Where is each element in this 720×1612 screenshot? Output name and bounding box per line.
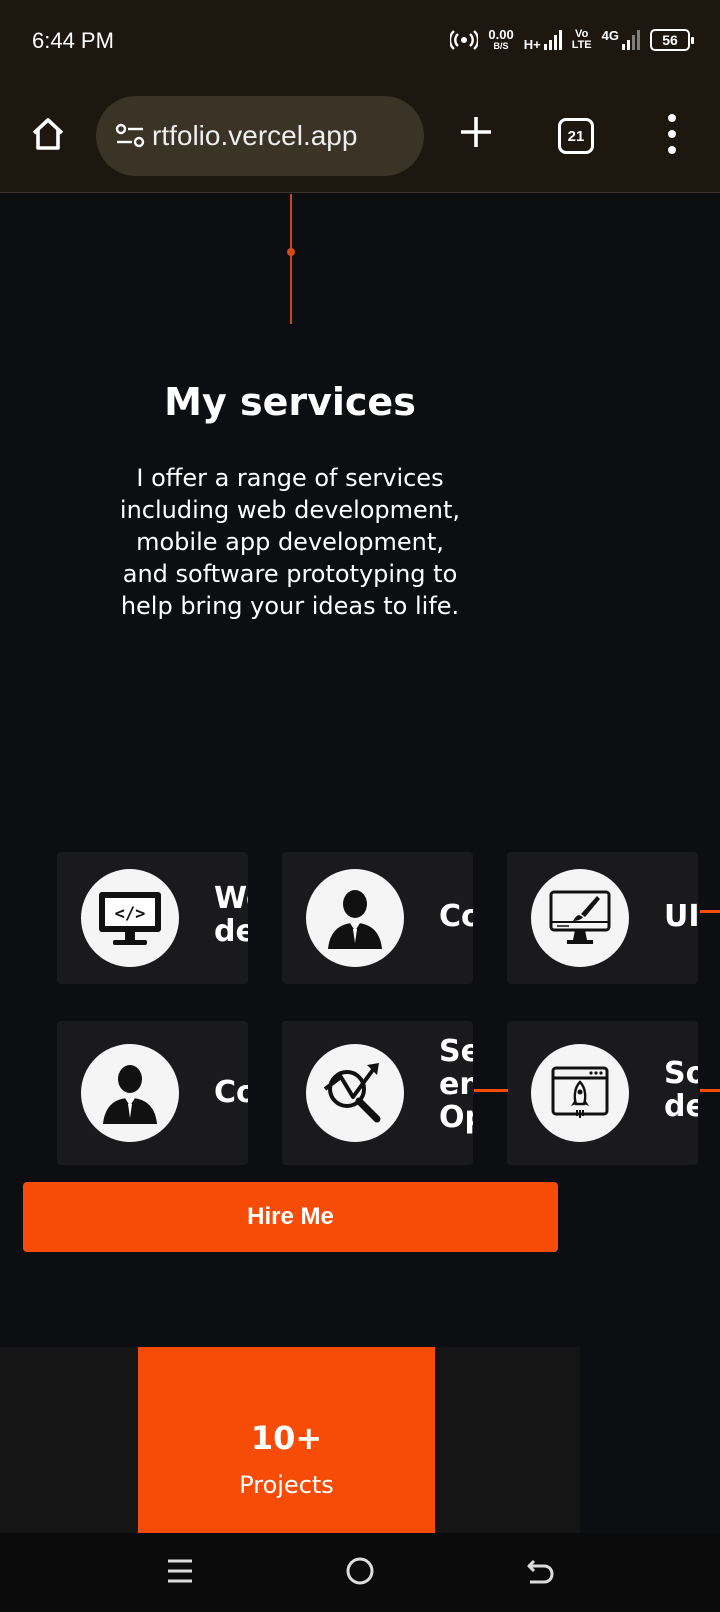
timeline-dot	[287, 248, 295, 256]
web-dev-icon: </>	[81, 869, 179, 967]
ui-design-icon	[531, 869, 629, 967]
service-label: Sear engi Opti	[439, 1034, 473, 1135]
stat-card-projects: 10+ Projects	[138, 1347, 435, 1533]
net-speed: 0.00 B/S	[488, 28, 513, 52]
svg-text:</>: </>	[115, 904, 146, 924]
status-bar: 6:44 PM 0.00 B/S H+ Vo LTE 4G 56	[0, 0, 720, 82]
service-card-seo[interactable]: Sear engi Opti	[282, 1021, 473, 1165]
services-description: I offer a range of services including we…	[119, 464, 461, 620]
accent-mark	[700, 910, 720, 913]
service-label: Cons	[214, 1075, 248, 1110]
signal-2: 4G	[601, 28, 640, 50]
accent-mark	[700, 1089, 720, 1092]
status-time: 6:44 PM	[32, 28, 114, 53]
service-label: UI/U	[664, 899, 698, 934]
consultant-icon	[81, 1044, 179, 1142]
seo-icon	[306, 1044, 404, 1142]
system-nav-bar	[0, 1533, 720, 1612]
consultant-icon	[306, 869, 404, 967]
accent-mark	[474, 1089, 508, 1092]
site-settings-icon[interactable]	[114, 121, 146, 151]
network-4g: 4G	[601, 28, 619, 43]
signal-bars-icon	[543, 30, 562, 50]
back-icon[interactable]	[524, 1555, 556, 1587]
service-card-consulting[interactable]: Cons	[282, 852, 473, 984]
address-bar[interactable]: rtfolio.vercel.app	[96, 96, 424, 176]
status-icons: 0.00 B/S H+ Vo LTE 4G 56	[450, 24, 694, 56]
services-title: My services	[164, 380, 416, 424]
net-speed-value: 0.00	[488, 27, 514, 42]
net-speed-unit: B/S	[493, 41, 509, 51]
hire-me-button[interactable]: Hire Me	[23, 1182, 558, 1252]
signal-bars-2-icon	[622, 30, 640, 50]
service-card-web-dev[interactable]: </> Web dev	[57, 852, 248, 984]
service-card-software-deploy[interactable]: Sof dep	[507, 1021, 698, 1165]
volte-bottom: LTE	[571, 39, 592, 51]
signal-1: H+	[523, 30, 562, 52]
volte-indicator: Vo LTE	[572, 29, 592, 51]
new-tab-icon[interactable]	[456, 112, 496, 152]
battery-level: 56	[662, 32, 678, 48]
stat-value: 10+	[250, 1419, 323, 1457]
service-label: Sof dep	[664, 1056, 698, 1124]
home-icon[interactable]	[28, 114, 68, 154]
browser-toolbar: rtfolio.vercel.app 21	[0, 82, 720, 193]
service-card-consulting-2[interactable]: Cons	[57, 1021, 248, 1165]
home-circle-icon[interactable]	[344, 1555, 376, 1587]
service-label: Web dev	[214, 881, 248, 949]
hotspot-icon	[450, 30, 479, 50]
url-text: rtfolio.vercel.app	[152, 120, 358, 151]
more-menu-icon[interactable]	[662, 114, 682, 154]
timeline-line	[290, 194, 292, 324]
recent-apps-icon[interactable]	[164, 1555, 196, 1587]
stat-label: Projects	[239, 1471, 334, 1499]
service-card-ui-ux[interactable]: UI/U	[507, 852, 698, 984]
battery-icon: 56	[650, 29, 694, 51]
rocket-deploy-icon	[531, 1044, 629, 1142]
service-label: Cons	[439, 899, 473, 934]
network-type: H+	[523, 37, 541, 52]
tab-switcher-button[interactable]: 21	[558, 118, 594, 154]
